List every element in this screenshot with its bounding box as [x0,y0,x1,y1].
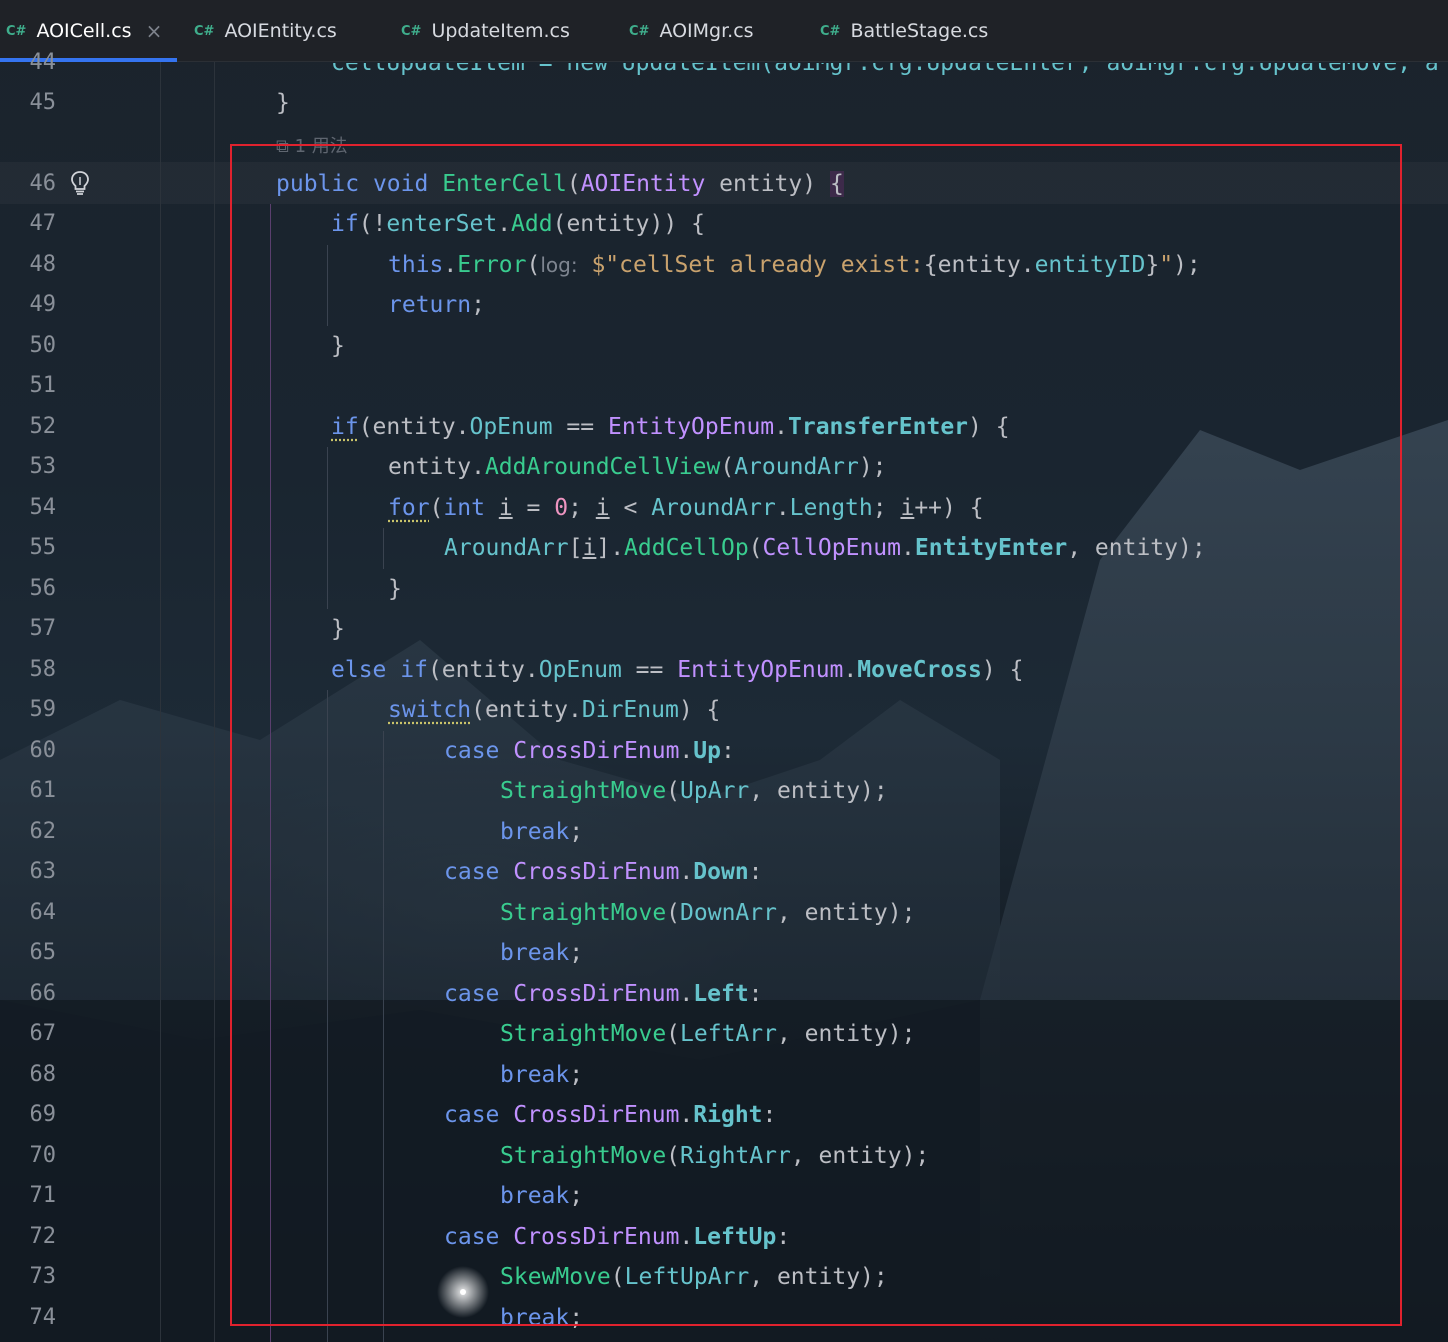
line-number: 73 [29,1264,57,1289]
csharp-file-icon: C# [401,23,422,39]
tab-label: AOIMgr.cs [659,20,754,42]
line-number: 61 [29,778,57,803]
gutter-fold-divider [214,62,215,1342]
line-number: 66 [29,981,57,1006]
line-number: 60 [29,738,57,763]
tab-aoimgr[interactable]: C# AOIMgr.cs [629,0,754,62]
line-number: 72 [29,1224,57,1249]
close-icon[interactable]: × [146,19,163,43]
line-number: 63 [29,859,57,884]
line-number: 54 [29,495,57,520]
csharp-file-icon: C# [6,23,27,39]
tab-aoientity[interactable]: C# AOIEntity.cs [194,0,337,62]
line-number: 51 [29,373,57,398]
line-number: 48 [29,252,57,277]
line-number: 67 [29,1021,57,1046]
line-number: 50 [29,333,57,358]
line-number: 53 [29,454,57,479]
line-number: 65 [29,940,57,965]
code-line-45[interactable]: } [276,83,290,123]
lightbulb-icon[interactable] [70,170,90,196]
line-number: 62 [29,819,57,844]
line-number: 71 [29,1183,57,1208]
tab-updateitem[interactable]: C# UpdateItem.cs [401,0,570,62]
line-number: 44 [29,50,57,75]
line-number: 46 [29,171,57,196]
line-number: 57 [29,616,57,641]
line-number: 52 [29,414,57,439]
line-number: 74 [29,1305,57,1330]
line-number: 59 [29,697,57,722]
highlight-annotation-box [230,144,1402,1326]
tab-label: AOICell.cs [36,20,132,42]
csharp-file-icon: C# [194,23,215,39]
tab-battlestage[interactable]: C# BattleStage.cs [820,0,988,62]
line-number: 49 [29,292,57,317]
line-number: 55 [29,535,57,560]
line-number: 56 [29,576,57,601]
line-number: 47 [29,211,57,236]
line-number: 68 [29,1062,57,1087]
tab-label: UpdateItem.cs [431,20,570,42]
csharp-file-icon: C# [629,23,650,39]
line-number: 64 [29,900,57,925]
line-number: 45 [29,90,57,115]
tab-label: BattleStage.cs [850,20,989,42]
tab-label: AOIEntity.cs [224,20,337,42]
line-number: 58 [29,657,57,682]
gutter-divider [160,62,161,1342]
line-number: 70 [29,1143,57,1168]
line-number: 69 [29,1102,57,1127]
editor-tab-bar: C# AOICell.cs × C# AOIEntity.cs C# Updat… [0,0,1448,62]
csharp-file-icon: C# [820,23,841,39]
